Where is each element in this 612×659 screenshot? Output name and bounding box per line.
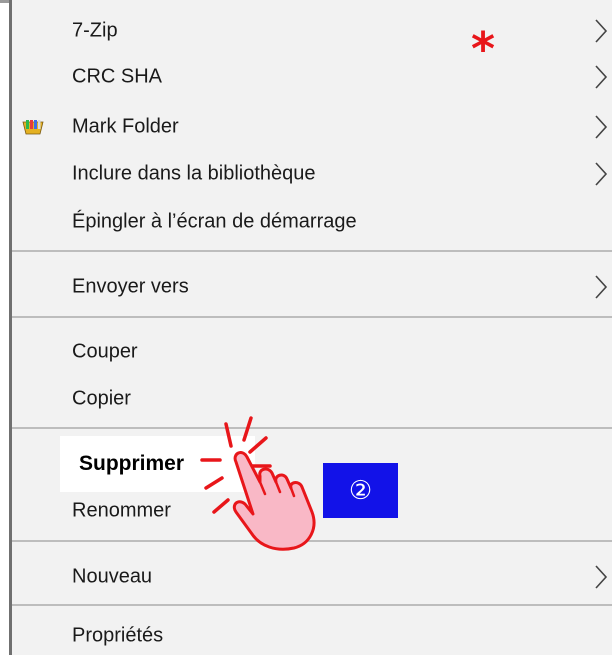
chevron-right-icon xyxy=(595,162,608,186)
menu-item-label: Nouveau xyxy=(72,565,153,588)
menu-item-label: Renommer xyxy=(72,499,171,522)
menu-item-label: Supprimer xyxy=(79,452,185,475)
menu-item-label: Copier xyxy=(72,387,131,410)
menu-item-proprietes[interactable]: Propriétés xyxy=(12,613,612,659)
menu-item-inclure-bibliotheque[interactable]: Inclure dans la bibliothèque xyxy=(12,151,612,197)
mark-folder-icon xyxy=(22,120,44,135)
chevron-right-icon xyxy=(595,19,608,43)
chevron-right-icon xyxy=(595,65,608,89)
menu-item-envoyer-vers[interactable]: Envoyer vers xyxy=(12,264,612,310)
menu-item-label: Envoyer vers xyxy=(72,275,189,298)
chevron-right-icon xyxy=(595,115,608,139)
menu-item-label: CRC SHA xyxy=(72,65,163,88)
menu-item-epingler-demarrage[interactable]: Épingler à l’écran de démarrage xyxy=(12,199,612,245)
menu-separator xyxy=(12,316,612,318)
menu-item-crc-sha[interactable]: CRC SHA xyxy=(12,54,612,100)
menu-item-label: Inclure dans la bibliothèque xyxy=(72,162,316,185)
menu-item-label: Propriétés xyxy=(72,624,164,647)
menu-item-label: Mark Folder xyxy=(72,115,179,138)
menu-item-couper[interactable]: Couper xyxy=(12,329,612,375)
menu-item-label: Épingler à l’écran de démarrage xyxy=(72,210,357,233)
asterisk-annotation: * xyxy=(471,22,496,76)
chevron-right-icon xyxy=(595,565,608,589)
menu-item-7zip[interactable]: 7-Zip xyxy=(12,8,612,54)
step-badge: ② xyxy=(323,463,398,518)
menu-item-label: 7-Zip xyxy=(72,19,118,42)
menu-item-label: Couper xyxy=(72,340,138,363)
menu-item-mark-folder[interactable]: Mark Folder xyxy=(12,104,612,150)
hand-pointer-icon xyxy=(200,416,316,551)
context-menu: 7-Zip CRC SHA Mark Folder Inclure dans l… xyxy=(9,0,612,655)
menu-item-nouveau[interactable]: Nouveau xyxy=(12,554,612,600)
chevron-right-icon xyxy=(595,275,608,299)
menu-separator xyxy=(12,604,612,606)
menu-separator xyxy=(12,250,612,252)
